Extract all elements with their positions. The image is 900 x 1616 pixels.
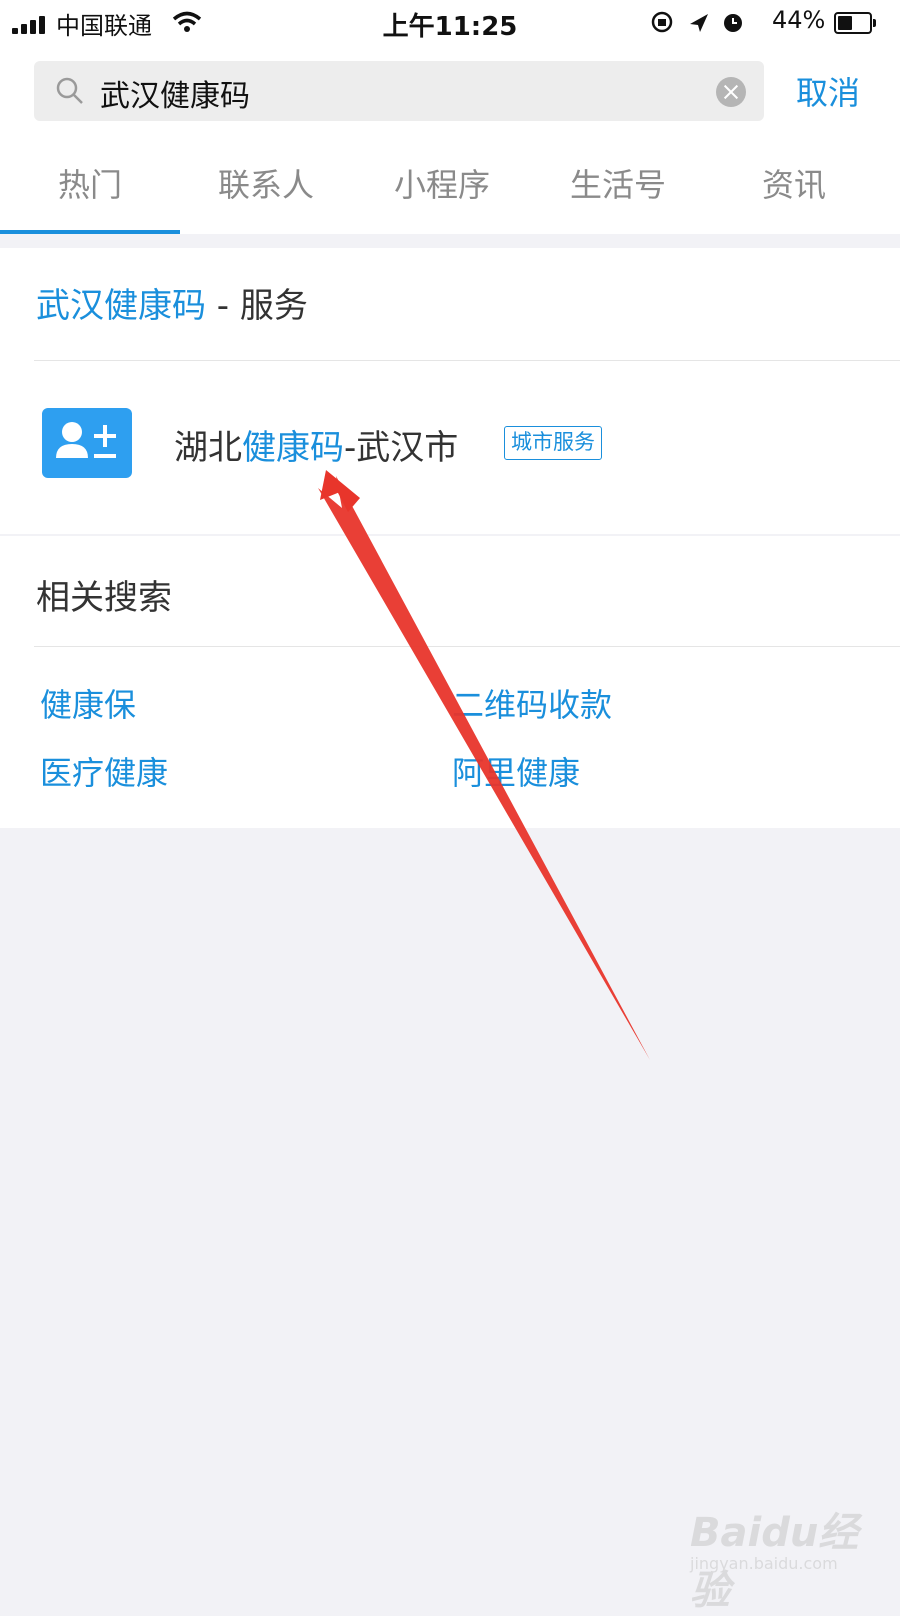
annotation-arrow: [318, 470, 650, 1060]
watermark-logo: Baidu经验 jingyan.baidu.com: [690, 1510, 859, 1614]
